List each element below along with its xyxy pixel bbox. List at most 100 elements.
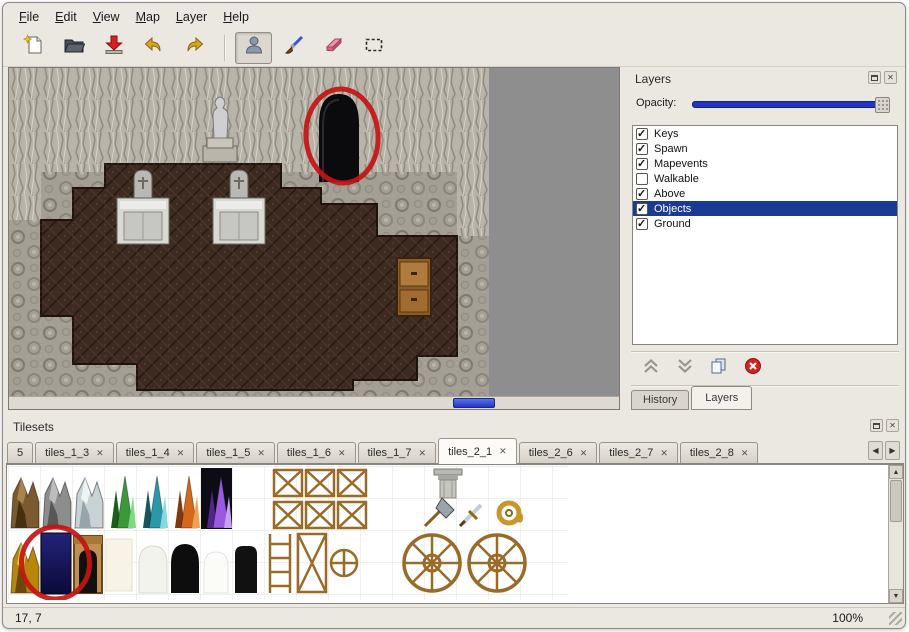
menu-map[interactable]: Map <box>128 7 168 27</box>
brush-tool-button[interactable] <box>275 32 312 64</box>
tileset-content[interactable]: ▲ ▼ <box>6 464 904 604</box>
layer-checkbox[interactable]: ✓ <box>636 143 648 155</box>
tileset-image[interactable] <box>8 466 568 600</box>
cabinet-object <box>397 258 431 316</box>
layer-checkbox[interactable]: ✓ <box>636 128 648 140</box>
save-icon <box>103 34 125 61</box>
open-button[interactable] <box>55 32 92 64</box>
close-tab-icon[interactable]: ✕ <box>257 448 265 459</box>
tileset-tabbar: 5 tiles_1_3✕ tiles_1_4✕ tiles_1_5✕ tiles… <box>6 437 904 464</box>
divider <box>631 351 899 353</box>
raise-layer-button[interactable] <box>638 357 664 379</box>
layer-checkbox[interactable]: ✓ <box>636 188 648 200</box>
menu-file[interactable]: File <box>11 7 47 27</box>
layer-row-objects[interactable]: ✓ Objects <box>633 201 897 216</box>
tileset-tab-active[interactable]: tiles_2_1✕ <box>438 438 517 464</box>
float-icon <box>873 423 880 429</box>
layer-row-above[interactable]: ✓ Above <box>633 186 897 201</box>
layer-row-keys[interactable]: ✓ Keys <box>633 126 897 141</box>
tileset-tab[interactable]: tiles_2_8✕ <box>680 442 759 463</box>
scroll-up-button[interactable]: ▲ <box>889 465 903 479</box>
resize-grip[interactable] <box>889 612 902 625</box>
arrow-right-icon: ▶ <box>889 446 895 455</box>
brush-icon <box>283 34 305 61</box>
toolbar-separator <box>224 35 226 61</box>
select-tool-button[interactable] <box>355 32 392 64</box>
layer-row-mapevents[interactable]: ✓ Mapevents <box>633 156 897 171</box>
layer-row-ground[interactable]: ✓ Ground <box>633 216 897 231</box>
save-button[interactable] <box>95 32 132 64</box>
layer-row-walkable[interactable]: ✓ Walkable <box>633 171 897 186</box>
close-tab-icon[interactable]: ✕ <box>499 446 507 457</box>
tileset-tab[interactable]: tiles_2_7✕ <box>599 442 678 463</box>
float-panel-button[interactable] <box>870 419 883 432</box>
tileset-tab[interactable]: 5 <box>7 442 33 463</box>
layer-row-spawn[interactable]: ✓ Spawn <box>633 141 897 156</box>
eraser-tool-button[interactable] <box>315 32 352 64</box>
close-tab-icon[interactable]: ✕ <box>177 448 185 459</box>
tab-layers[interactable]: Layers <box>691 386 752 410</box>
menu-edit[interactable]: Edit <box>47 7 85 27</box>
delete-icon <box>743 356 763 381</box>
menu-layer[interactable]: Layer <box>168 7 215 27</box>
map-canvas[interactable] <box>9 68 489 396</box>
opacity-slider[interactable] <box>692 101 890 108</box>
menu-help[interactable]: Help <box>215 7 257 27</box>
layer-checkbox[interactable]: ✓ <box>636 158 648 170</box>
close-tab-icon[interactable]: ✕ <box>660 448 668 459</box>
layer-name: Walkable <box>654 173 699 185</box>
close-tab-icon[interactable]: ✕ <box>580 448 588 459</box>
delete-layer-button[interactable] <box>740 357 766 379</box>
map-view <box>8 67 620 410</box>
tilesets-panel: Tilesets ✕ 5 tiles_1_3✕ tiles_1_4✕ tiles… <box>6 415 904 607</box>
tileset-tab[interactable]: tiles_1_6✕ <box>277 442 356 463</box>
selection-rect-icon <box>363 34 385 61</box>
layer-checkbox[interactable]: ✓ <box>636 218 648 230</box>
new-file-button[interactable] <box>15 32 52 64</box>
vscroll-thumb[interactable] <box>890 480 902 522</box>
close-tab-icon[interactable]: ✕ <box>741 448 749 459</box>
lower-layer-button[interactable] <box>672 357 698 379</box>
close-tab-icon[interactable]: ✕ <box>419 448 427 459</box>
layer-checkbox[interactable]: ✓ <box>636 203 648 215</box>
tileset-tab[interactable]: tiles_1_3✕ <box>35 442 114 463</box>
map-horizontal-scrollbar[interactable] <box>9 396 619 409</box>
status-bar: 17, 7 100% <box>3 607 905 628</box>
cave-tile-2 <box>235 546 257 593</box>
undo-button[interactable] <box>135 32 172 64</box>
float-icon <box>871 75 878 81</box>
redo-icon <box>183 34 205 61</box>
layer-name: Above <box>654 188 685 200</box>
check-icon: ✓ <box>637 127 646 140</box>
check-icon: ✓ <box>637 142 646 155</box>
map-hscroll-thumb[interactable] <box>453 398 495 408</box>
duplicate-layer-button[interactable] <box>706 357 732 379</box>
zoom-level: 100% <box>832 611 863 625</box>
check-icon: ✓ <box>637 202 646 215</box>
cave-tile <box>171 544 199 593</box>
tileset-tab[interactable]: tiles_2_6✕ <box>519 442 598 463</box>
selected-tile[interactable] <box>41 533 71 594</box>
entity-tool-button[interactable] <box>235 32 272 64</box>
close-panel-button[interactable]: ✕ <box>884 71 897 84</box>
tab-history[interactable]: History <box>631 390 689 410</box>
menu-view[interactable]: View <box>85 7 128 27</box>
tab-scroll-right-button[interactable]: ▶ <box>885 441 900 460</box>
tileset-tab[interactable]: tiles_1_5✕ <box>196 442 275 463</box>
scroll-down-button[interactable]: ▼ <box>889 589 903 603</box>
tileset-tab[interactable]: tiles_1_4✕ <box>116 442 195 463</box>
float-panel-button[interactable] <box>868 71 881 84</box>
layer-checkbox[interactable]: ✓ <box>636 173 648 185</box>
close-panel-button[interactable]: ✕ <box>886 419 899 432</box>
tilesets-panel-title: Tilesets <box>13 420 54 434</box>
close-tab-icon[interactable]: ✕ <box>96 448 104 459</box>
map-image[interactable] <box>9 68 489 396</box>
toolbar <box>3 29 905 67</box>
tileset-vertical-scrollbar[interactable]: ▲ ▼ <box>888 465 903 603</box>
close-tab-icon[interactable]: ✕ <box>338 448 346 459</box>
opacity-slider-handle[interactable] <box>875 97 890 113</box>
redo-button[interactable] <box>175 32 212 64</box>
tileset-tab[interactable]: tiles_1_7✕ <box>358 442 437 463</box>
tab-scroll-left-button[interactable]: ◀ <box>868 441 883 460</box>
chevrons-down-icon <box>675 357 695 380</box>
